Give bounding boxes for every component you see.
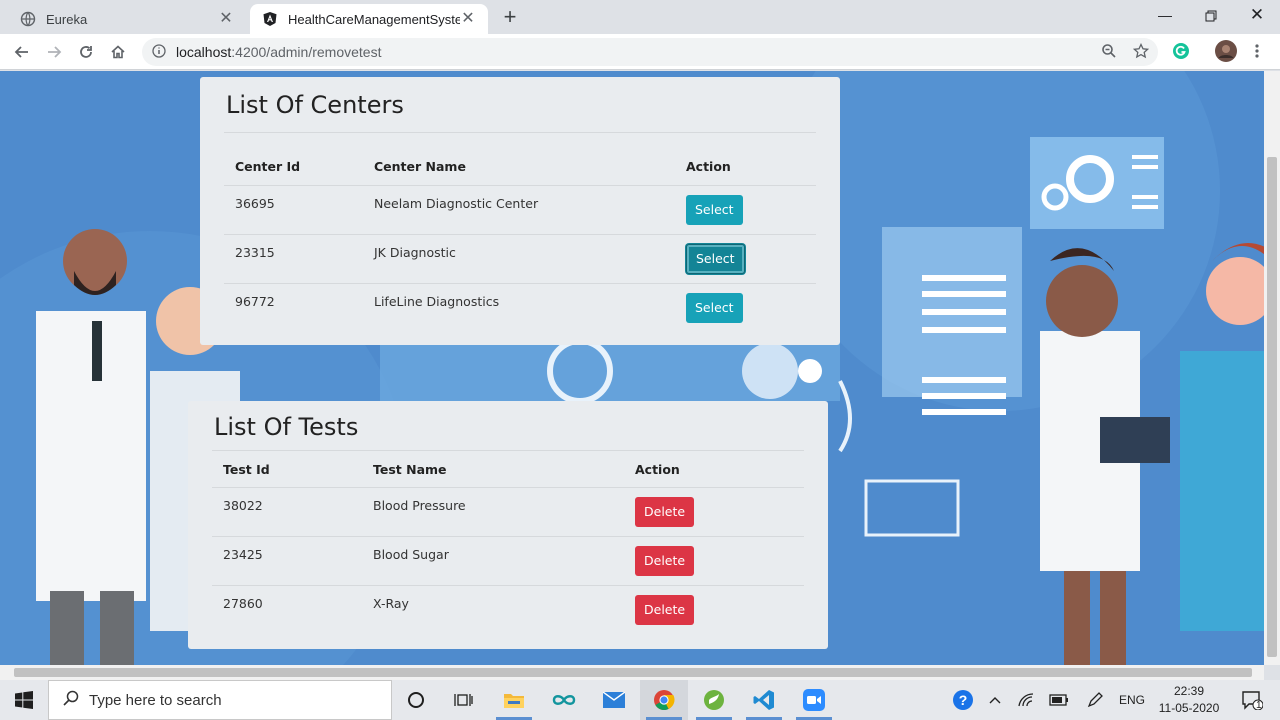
search-icon: [63, 690, 79, 710]
arduino-icon[interactable]: [540, 680, 588, 720]
address-bar[interactable]: localhost:4200/admin/removetest: [142, 38, 1158, 66]
grammarly-icon[interactable]: [1170, 40, 1192, 62]
column-header: Test Id: [212, 453, 362, 488]
test-id: 23425: [212, 536, 362, 586]
chevron-up-icon[interactable]: [984, 680, 1006, 720]
column-header: Test Name: [362, 453, 624, 488]
table-row: 96772 LifeLine Diagnostics Select: [224, 283, 816, 332]
test-name: Blood Sugar: [362, 536, 624, 586]
vertical-scrollbar[interactable]: [1264, 71, 1280, 665]
table-row: 38022 Blood Pressure Delete: [212, 487, 804, 537]
browser-toolbar: localhost:4200/admin/removetest: [0, 34, 1280, 70]
wifi-icon[interactable]: [1014, 680, 1040, 720]
horizontal-scrollbar[interactable]: [0, 665, 1264, 680]
pen-icon[interactable]: [1082, 680, 1108, 720]
divider: [224, 132, 816, 133]
column-header: Action: [624, 453, 804, 488]
tests-heading: List Of Tests: [214, 413, 359, 441]
table-row: 23425 Blood Sugar Delete: [212, 536, 804, 586]
centers-card: List Of Centers Center Id Center Name Ac…: [200, 77, 840, 345]
delete-test-button[interactable]: Delete: [635, 545, 695, 576]
globe-icon: [20, 11, 36, 27]
bookmark-star-icon[interactable]: [1130, 40, 1152, 62]
scrollbar-thumb[interactable]: [1267, 157, 1277, 657]
delete-test-button[interactable]: Delete: [635, 594, 695, 625]
taskbar-search-box[interactable]: Type here to search: [48, 680, 392, 720]
windows-start-icon[interactable]: [0, 680, 48, 720]
centers-table: Center Id Center Name Action 36695 Neela…: [224, 149, 816, 332]
tab-healthcare[interactable]: HealthCareManagementSystem ✕: [250, 4, 488, 34]
vscode-icon[interactable]: [740, 680, 788, 720]
angular-icon: [262, 11, 278, 27]
test-id: 27860: [223, 596, 263, 612]
tab-title: Eureka: [46, 11, 88, 27]
zoom-app-icon[interactable]: [790, 680, 838, 720]
clock[interactable]: 22:39 11-05-2020: [1146, 683, 1232, 717]
divider: [212, 450, 804, 451]
table-header-row: Test Id Test Name Action: [212, 453, 804, 488]
column-header: Center Name: [363, 149, 675, 186]
table-row: 23315 JK Diagnostic Select: [224, 234, 816, 284]
select-center-button[interactable]: Select: [686, 243, 745, 274]
tests-table: Test Id Test Name Action 38022 Blood Pre…: [212, 453, 804, 634]
tests-card: List Of Tests Test Id Test Name Action 3…: [188, 401, 828, 649]
center-id: 36695: [224, 185, 363, 235]
table-header-row: Center Id Center Name Action: [224, 149, 816, 186]
back-arrow-icon[interactable]: [10, 40, 34, 64]
file-explorer-icon[interactable]: [490, 680, 538, 720]
scrollbar-thumb[interactable]: [14, 668, 1252, 677]
center-name: JK Diagnostic: [363, 234, 675, 284]
column-header: Center Id: [224, 149, 363, 186]
tab-eureka[interactable]: Eureka ✕: [8, 4, 246, 34]
center-name: LifeLine Diagnostics: [374, 294, 500, 310]
reload-icon[interactable]: [74, 40, 98, 64]
battery-icon[interactable]: [1046, 680, 1072, 720]
url-path: :4200/admin/removetest: [231, 44, 382, 60]
forward-arrow-icon[interactable]: [42, 40, 66, 64]
zoom-icon[interactable]: [1098, 40, 1120, 62]
test-id: 38022: [212, 487, 362, 537]
page-viewport: List Of Centers Center Id Center Name Ac…: [0, 71, 1264, 665]
svg-text:?: ?: [959, 692, 968, 708]
test-name: X-Ray: [373, 596, 409, 612]
center-name: Neelam Diagnostic Center: [363, 185, 675, 235]
center-id: 23315: [224, 234, 363, 284]
search-placeholder: Type here to search: [89, 691, 222, 709]
select-center-button[interactable]: Select: [686, 194, 743, 225]
centers-heading: List Of Centers: [226, 91, 404, 119]
task-view-icon[interactable]: [440, 680, 488, 720]
cortana-icon[interactable]: [392, 680, 440, 720]
close-tab-icon[interactable]: ✕: [218, 11, 234, 27]
notification-count: 1: [1256, 700, 1262, 711]
clock-date: 11-05-2020: [1158, 701, 1220, 715]
clock-time: 22:39: [1173, 684, 1205, 698]
browser-menu-icon[interactable]: [1246, 40, 1268, 62]
site-info-icon[interactable]: [152, 43, 166, 61]
url-host: localhost: [176, 44, 232, 60]
test-name: Blood Pressure: [362, 487, 624, 537]
chrome-icon[interactable]: [640, 680, 688, 720]
column-header: Action: [675, 149, 816, 186]
spring-tool-suite-icon[interactable]: [690, 680, 738, 720]
center-id: 96772: [235, 294, 275, 310]
select-center-button[interactable]: Select: [686, 292, 743, 323]
notifications-icon[interactable]: 1: [1232, 680, 1272, 720]
close-window-button[interactable]: ✕: [1234, 4, 1280, 28]
profile-avatar[interactable]: [1214, 39, 1238, 63]
mail-icon[interactable]: [590, 680, 638, 720]
windows-taskbar: Type here to search ? ENG 22:39 11-05-20…: [0, 680, 1280, 720]
restore-window-button[interactable]: [1188, 4, 1234, 28]
language-indicator[interactable]: ENG: [1114, 680, 1150, 720]
table-row: 36695 Neelam Diagnostic Center Select: [224, 185, 816, 235]
help-icon[interactable]: ?: [950, 680, 976, 720]
delete-test-button[interactable]: Delete: [635, 496, 695, 527]
minimize-window-button[interactable]: —: [1142, 4, 1188, 28]
home-icon[interactable]: [106, 40, 130, 64]
new-tab-button[interactable]: +: [498, 6, 522, 30]
close-tab-icon[interactable]: ✕: [460, 11, 476, 27]
browser-tab-strip: Eureka ✕ HealthCareManagementSystem ✕ + …: [0, 0, 1280, 34]
tab-title: HealthCareManagementSystem: [288, 11, 460, 27]
table-row: 27860 X-Ray Delete: [212, 585, 804, 634]
